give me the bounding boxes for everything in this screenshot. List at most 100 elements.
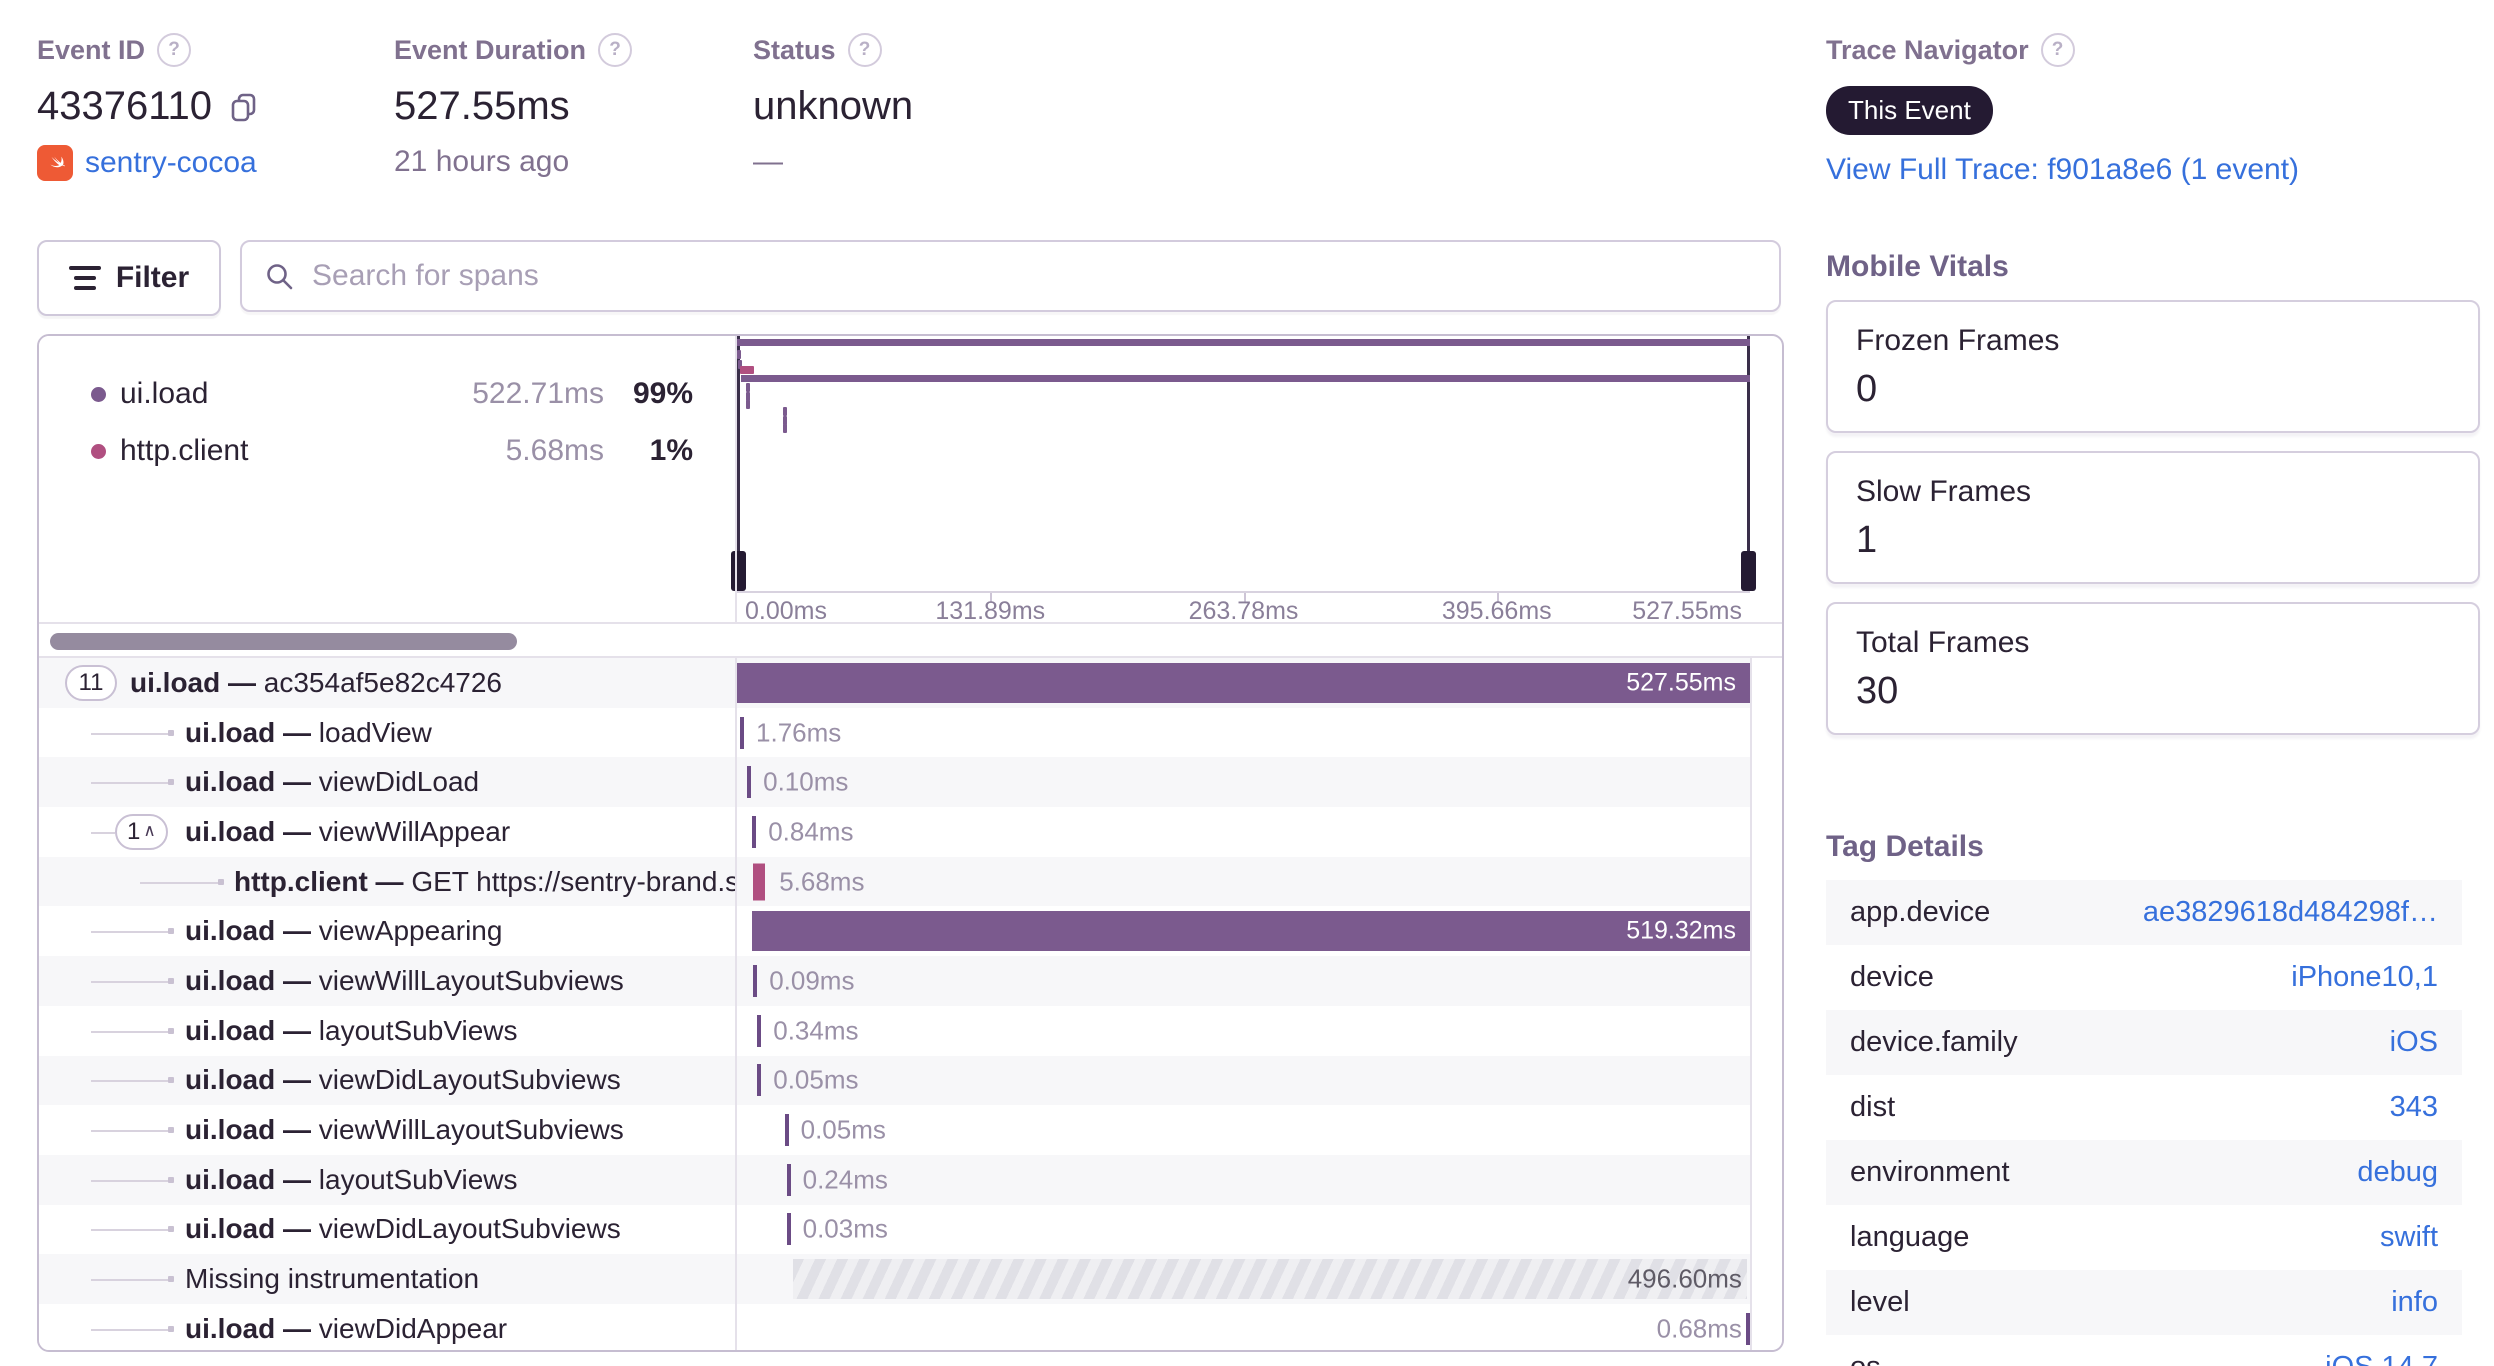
span-tree-row[interactable]: ui.load — viewDidAppear 0.68ms: [39, 1303, 1782, 1350]
span-duration-cell[interactable]: 0.24ms: [735, 1154, 1750, 1205]
span-duration-cell[interactable]: 5.68ms: [735, 856, 1750, 907]
tag-row: dist 343: [1826, 1075, 2462, 1140]
span-duration-cell[interactable]: 1.76ms: [735, 707, 1750, 758]
span-duration-bar[interactable]: [786, 1163, 791, 1196]
span-duration-cell[interactable]: 0.10ms: [735, 757, 1750, 808]
project-link[interactable]: sentry-cocoa: [85, 146, 257, 180]
tag-value-link[interactable]: iOS: [2390, 1026, 2438, 1059]
tag-value-link[interactable]: swift: [2380, 1221, 2438, 1254]
span-duration-cell[interactable]: 496.60ms: [735, 1254, 1750, 1304]
span-tree-row[interactable]: ui.load — layoutSubViews 0.24ms: [39, 1154, 1782, 1205]
span-tree-row[interactable]: ui.load — layoutSubViews 0.34ms: [39, 1005, 1782, 1056]
tag-value-link[interactable]: debug: [2357, 1156, 2438, 1189]
copy-icon[interactable]: [228, 91, 260, 123]
span-duration-bar[interactable]: [792, 1259, 1747, 1299]
span-children-badge[interactable]: 1 ∧: [115, 813, 168, 850]
help-icon[interactable]: ?: [847, 33, 882, 67]
legend-item[interactable]: ui.load 522.71ms 99%: [39, 372, 735, 416]
span-name-cell[interactable]: ui.load — viewWillLayoutSubviews: [39, 1105, 735, 1155]
filter-button[interactable]: Filter: [37, 240, 221, 316]
span-tree-row[interactable]: Missing instrumentation 496.60ms: [39, 1254, 1782, 1304]
span-duration-bar[interactable]: [747, 766, 752, 799]
tag-value-link[interactable]: info: [2391, 1286, 2438, 1319]
span-duration-cell[interactable]: 0.09ms: [735, 956, 1750, 1006]
tree-connector: [91, 782, 168, 785]
search-input[interactable]: [310, 258, 1757, 294]
span-duration-bar[interactable]: [753, 964, 758, 997]
span-duration-bar[interactable]: [757, 1014, 762, 1047]
span-search-bar[interactable]: [240, 240, 1781, 312]
tag-details-title: Tag Details: [1826, 830, 1984, 863]
span-name-cell[interactable]: ui.load — viewDidLayoutSubviews: [39, 1204, 735, 1255]
span-name-cell[interactable]: ui.load — viewWillLayoutSubviews: [39, 956, 735, 1006]
view-full-trace-link[interactable]: View Full Trace: f901a8e6 (1 event): [1826, 153, 2299, 186]
tag-value-link[interactable]: iOS 14.7: [2325, 1351, 2438, 1366]
tag-value-link[interactable]: iPhone10,1: [2291, 961, 2438, 994]
span-name-cell[interactable]: ui.load — viewAppearing: [39, 906, 735, 957]
minimap-left-grip[interactable]: [731, 551, 746, 591]
span-tree-row[interactable]: ui.load — loadView 1.76ms: [39, 707, 1782, 758]
vital-card[interactable]: Slow Frames 1: [1826, 451, 2480, 584]
span-duration-cell[interactable]: 0.34ms: [735, 1005, 1750, 1056]
span-tree-row[interactable]: ui.load — viewDidLoad 0.10ms: [39, 757, 1782, 808]
span-tree-row[interactable]: ui.load — viewWillLayoutSubviews 0.09ms: [39, 956, 1782, 1006]
span-op: ui.load —: [185, 964, 319, 996]
span-name-cell[interactable]: 11 ui.load — ac354af5e82c4726: [39, 658, 735, 708]
tag-value-link[interactable]: 343: [2390, 1091, 2438, 1124]
tag-value-link[interactable]: ae3829618d484298f…: [2143, 896, 2438, 929]
span-duration-bar[interactable]: [753, 863, 766, 901]
span-name-cell[interactable]: 1 ∧ ui.load — viewWillAppear: [39, 807, 735, 857]
span-duration-cell[interactable]: 519.32ms: [735, 906, 1750, 957]
span-duration-bar[interactable]: [740, 716, 745, 749]
span-name-cell[interactable]: http.client — GET https://sentry-brand.s…: [39, 856, 735, 907]
span-duration-bar[interactable]: [1745, 1312, 1750, 1345]
legend-item[interactable]: http.client 5.68ms 1%: [39, 429, 735, 473]
span-tree-row[interactable]: 1 ∧ ui.load — viewWillAppear 0.84ms: [39, 807, 1782, 857]
scrollbar-thumb[interactable]: [50, 633, 517, 650]
span-name-cell[interactable]: ui.load — viewDidAppear: [39, 1303, 735, 1350]
span-tree-row[interactable]: ui.load — viewAppearing 519.32ms: [39, 906, 1782, 957]
span-duration-cell[interactable]: 527.55ms: [735, 658, 1750, 708]
time-axis: 0.00ms 131.89ms 263.78ms 395.66ms 527.55ms: [737, 591, 1750, 625]
event-id-label-text: Event ID: [37, 34, 146, 65]
span-duration-bar[interactable]: [784, 1114, 789, 1147]
span-tree-row[interactable]: ui.load — viewDidLayoutSubviews 0.03ms: [39, 1204, 1782, 1255]
minimap-right-grip[interactable]: [1741, 551, 1756, 591]
vital-card[interactable]: Total Frames 30: [1826, 602, 2480, 735]
span-duration-bar[interactable]: [786, 1213, 791, 1246]
span-duration-bar[interactable]: [737, 663, 1750, 703]
span-duration-cell[interactable]: 0.05ms: [735, 1055, 1750, 1106]
trace-minimap[interactable]: [731, 336, 1756, 591]
horizontal-scrollbar[interactable]: [39, 622, 1782, 658]
span-name-cell[interactable]: ui.load — viewDidLoad: [39, 757, 735, 808]
span-duration-cell[interactable]: 0.05ms: [735, 1105, 1750, 1155]
span-tree-row[interactable]: ui.load — viewDidLayoutSubviews 0.05ms: [39, 1055, 1782, 1106]
tree-connector: [91, 1130, 168, 1133]
span-duration-bar[interactable]: [752, 911, 1750, 952]
span-children-badge[interactable]: 11: [65, 664, 117, 701]
help-icon[interactable]: ?: [2040, 33, 2075, 67]
span-op: ui.load —: [185, 1213, 319, 1245]
span-name-cell[interactable]: Missing instrumentation: [39, 1254, 735, 1304]
vital-card[interactable]: Frozen Frames 0: [1826, 300, 2480, 433]
span-duration-cell[interactable]: 0.03ms: [735, 1204, 1750, 1255]
span-detail-page: Event ID ? 43376110 sentry-cocoa Event D…: [0, 0, 2494, 1366]
span-name-cell[interactable]: ui.load — viewDidLayoutSubviews: [39, 1055, 735, 1106]
help-icon[interactable]: ?: [598, 33, 633, 67]
row-gutter: [1750, 1055, 1782, 1106]
span-duration-bar[interactable]: [752, 815, 757, 848]
help-icon[interactable]: ?: [157, 33, 192, 67]
span-duration-cell[interactable]: 0.68ms: [735, 1303, 1750, 1350]
span-tree-row[interactable]: ui.load — viewWillLayoutSubviews 0.05ms: [39, 1105, 1782, 1155]
span-name-cell[interactable]: ui.load — layoutSubViews: [39, 1154, 735, 1205]
span-description: ui.load — layoutSubViews: [185, 1015, 518, 1047]
span-description: ui.load — layoutSubViews: [185, 1164, 518, 1196]
span-duration-cell[interactable]: 0.84ms: [735, 807, 1750, 857]
span-name-cell[interactable]: ui.load — loadView: [39, 707, 735, 758]
span-name-cell[interactable]: ui.load — layoutSubViews: [39, 1005, 735, 1056]
span-tree-row[interactable]: 11 ui.load — ac354af5e82c4726 527.55ms: [39, 658, 1782, 708]
span-tree-row[interactable]: http.client — GET https://sentry-brand.s…: [39, 856, 1782, 907]
span-duration-label: 496.60ms: [1627, 1263, 1742, 1294]
span-duration-bar[interactable]: [757, 1064, 762, 1097]
minimap-right-handle[interactable]: [1747, 336, 1750, 586]
